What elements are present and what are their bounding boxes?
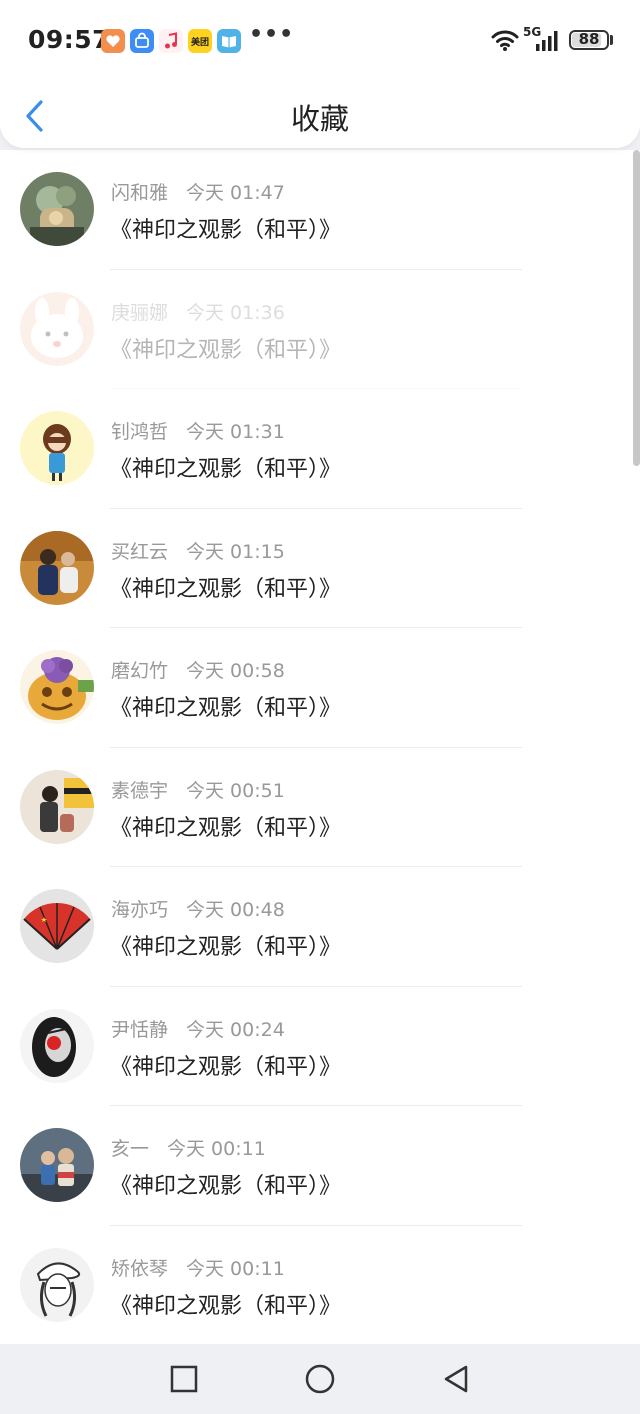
timestamp: 今天 00:48 [186, 899, 285, 921]
item-title: 《神印之观影（和平）》 [110, 457, 342, 482]
item-title: 《神印之观影（和平）》 [110, 696, 342, 721]
avatar[interactable] [20, 1128, 94, 1202]
favorite-item[interactable]: 买红云 今天 01:15 《神印之观影（和平）》 [0, 509, 640, 628]
avatar[interactable] [20, 889, 94, 963]
avatar[interactable] [20, 1247, 94, 1322]
status-time: 09:57 [28, 25, 111, 54]
triangle-back-icon[interactable] [439, 1362, 473, 1396]
battery-percent: 88 [578, 30, 600, 48]
item-title: 《神印之观影（和平）》 [110, 1293, 342, 1319]
avatar[interactable] [20, 411, 94, 485]
item-title: 《神印之观影（和平）》 [110, 576, 342, 602]
svg-text:美团: 美团 [191, 36, 209, 48]
music-note-app-icon [159, 29, 183, 53]
square-icon[interactable] [167, 1362, 201, 1396]
avatar[interactable] [20, 769, 94, 844]
battery-icon: 88 [569, 30, 609, 50]
timestamp: 今天 01:31 [186, 421, 285, 443]
heart-app-icon [101, 29, 125, 53]
item-title: 《神印之观影（和平）》 [110, 218, 342, 243]
favorite-item[interactable]: 素德宇 今天 00:51 《神印之观影（和平）》 [0, 748, 640, 867]
item-meta: 海亦巧 今天 00:48 [111, 895, 285, 922]
item-title: 《神印之观影（和平）》 [110, 1054, 342, 1080]
avatar[interactable] [20, 530, 94, 605]
timestamp: 今天 00:11 [167, 1138, 266, 1160]
more-notifications-icon: ••• [249, 22, 295, 47]
timestamp: 今天 01:36 [186, 301, 285, 324]
item-meta: 素德宇 今天 00:51 [111, 776, 285, 803]
system-nav-bar [0, 1344, 640, 1414]
timestamp: 今天 00:51 [186, 779, 285, 802]
user-name: 尹恬静 [111, 1018, 169, 1041]
circle-icon[interactable] [303, 1362, 337, 1396]
meituan-app-icon: 美团 [188, 29, 212, 53]
user-name: 矫依琴 [111, 1257, 169, 1280]
wifi-icon [491, 30, 519, 51]
avatar[interactable] [20, 650, 94, 724]
item-meta: 矫依琴 今天 00:11 [111, 1254, 285, 1281]
item-meta: 亥一 今天 00:11 [111, 1134, 266, 1161]
status-bar: 09:57 美团 ••• 5G 88 [0, 0, 640, 82]
favorite-item[interactable]: 闪和雅 今天 01:47 《神印之观影（和平）》 [0, 150, 640, 270]
favorite-item[interactable]: 钊鸿哲 今天 01:31 《神印之观影（和平）》 [0, 389, 640, 509]
timestamp: 今天 01:15 [186, 540, 285, 563]
item-meta: 磨幻竹 今天 00:58 [111, 656, 285, 683]
battery-tip [610, 35, 613, 45]
timestamp: 今天 00:24 [186, 1018, 285, 1041]
user-name: 素德宇 [111, 779, 169, 802]
favorites-list[interactable]: 闪和雅 今天 01:47 《神印之观影（和平）》 庚骊娜 今天 01:36 《神印之观影（… [0, 150, 640, 1344]
item-meta: 庚骊娜 今天 01:36 [111, 298, 285, 325]
book-app-icon [217, 29, 241, 53]
avatar[interactable] [20, 291, 94, 366]
user-name: 磨幻竹 [111, 660, 169, 682]
user-name: 亥一 [111, 1138, 150, 1160]
item-meta: 买红云 今天 01:15 [111, 537, 285, 564]
top-bar: 09:57 美团 ••• 5G 88 收藏 [0, 0, 640, 148]
favorite-item[interactable]: 磨幻竹 今天 00:58 《神印之观影（和平）》 [0, 628, 640, 748]
user-name: 闪和雅 [111, 182, 169, 204]
timestamp: 今天 00:58 [186, 660, 285, 682]
user-name: 海亦巧 [111, 899, 169, 921]
item-title: 《神印之观影（和平）》 [110, 1174, 342, 1199]
user-name: 买红云 [111, 540, 169, 563]
item-title: 《神印之观影（和平）》 [110, 815, 342, 841]
favorite-item[interactable]: 亥一 今天 00:11 《神印之观影（和平）》 [0, 1106, 640, 1226]
page-title: 收藏 [290, 102, 349, 136]
item-meta: 闪和雅 今天 01:47 [111, 178, 285, 205]
item-title: 《神印之观影（和平）》 [110, 337, 342, 363]
avatar[interactable] [20, 172, 94, 246]
favorite-item[interactable]: 尹恬静 今天 00:24 《神印之观影（和平）》 [0, 987, 640, 1106]
favorite-item[interactable]: 矫依琴 今天 00:11 《神印之观影（和平）》 [0, 1226, 640, 1345]
item-meta: 钊鸿哲 今天 01:31 [111, 417, 285, 444]
user-name: 钊鸿哲 [111, 421, 169, 443]
item-meta: 尹恬静 今天 00:24 [111, 1015, 285, 1042]
shopping-bag-app-icon [130, 29, 154, 53]
timestamp: 今天 01:47 [186, 182, 285, 204]
avatar[interactable] [20, 1008, 94, 1083]
timestamp: 今天 00:11 [186, 1257, 285, 1280]
item-title: 《神印之观影（和平）》 [110, 935, 342, 960]
favorite-item[interactable]: 海亦巧 今天 00:48 《神印之观影（和平）》 [0, 867, 640, 987]
cellular-signal-icon [536, 31, 558, 51]
favorite-item[interactable]: 庚骊娜 今天 01:36 《神印之观影（和平）》 [0, 270, 640, 389]
user-name: 庚骊娜 [111, 301, 169, 324]
app-header: 收藏 [0, 82, 640, 148]
